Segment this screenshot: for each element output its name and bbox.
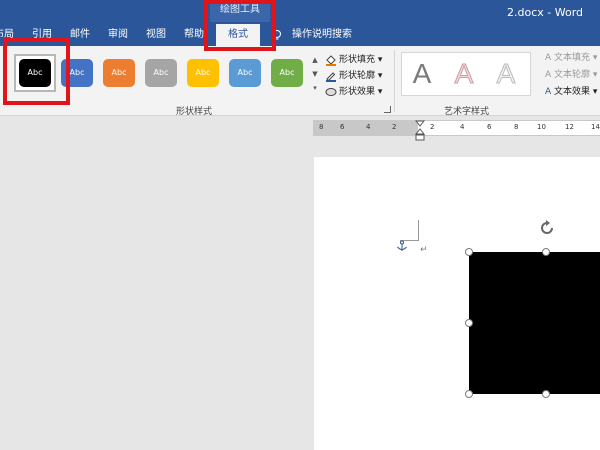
text-outline-button[interactable]: A 文本轮廓 ▾ (545, 67, 597, 83)
shape-effects-button[interactable]: 形状效果 ▾ (325, 84, 382, 100)
text-effects-icon: A (545, 87, 552, 97)
gallery-more-icon[interactable]: ▾ (311, 82, 319, 94)
ribbon-tabs: 布局 引用 邮件 审阅 视图 帮助 格式 操作说明搜索 (0, 24, 600, 46)
tab-review[interactable]: 审阅 (108, 24, 128, 46)
resize-handle-top-left[interactable] (465, 248, 473, 256)
shape-style-swatch[interactable]: Abc (271, 59, 303, 87)
shape-fill-button[interactable]: 形状填充 ▾ (325, 52, 382, 68)
paragraph-mark-icon: ↵ (420, 245, 428, 255)
ruler-tick-label: 14 (591, 123, 600, 131)
ruler-tick-label: 8 (319, 123, 324, 131)
ruler-tick-label: 6 (340, 123, 345, 131)
ruler-tick-label: 12 (565, 123, 574, 131)
group-divider (394, 50, 395, 112)
shape-effects-icon (325, 87, 337, 96)
anchor-icon[interactable] (396, 240, 408, 252)
margin-marker (418, 220, 419, 240)
tab-mailings[interactable]: 邮件 (70, 24, 90, 46)
tab-help[interactable]: 帮助 (184, 24, 204, 46)
shape-styles-launcher-icon[interactable] (384, 106, 391, 113)
rotate-handle-icon[interactable] (538, 219, 556, 237)
horizontal-ruler[interactable]: 8 6 4 2 2 4 6 8 10 12 14 (313, 120, 600, 136)
shape-style-swatch[interactable]: Abc (229, 59, 261, 87)
indent-marker-icon[interactable] (415, 120, 425, 142)
text-fill-icon: A (545, 53, 552, 63)
wordart-style-3[interactable]: A (488, 56, 524, 92)
text-fill-button[interactable]: A 文本填充 ▾ (545, 50, 597, 66)
resize-handle-bottom-left[interactable] (465, 390, 473, 398)
highlight-box-style (3, 38, 70, 105)
shape-outline-button[interactable]: 形状轮廓 ▾ (325, 68, 382, 84)
ruler-tick-label: 2 (430, 123, 435, 131)
shape-styles-group-label: 形状样式 (176, 107, 213, 117)
window-title: 2.docx - Word (507, 6, 584, 19)
text-effects-button[interactable]: A 文本效果 ▾ (545, 84, 597, 100)
wordart-styles-group-label: 艺术字样式 (444, 107, 490, 117)
text-outline-icon: A (545, 70, 552, 80)
ribbon: Abc Abc Abc Abc Abc Abc Abc ▲ ▼ ▾ 形状样式 形状填充 ▾ … (0, 46, 600, 117)
resize-handle-bottom[interactable] (542, 390, 550, 398)
resize-handle-left[interactable] (465, 319, 473, 327)
ruler-tick-label: 4 (366, 123, 371, 131)
ruler-tick-label: 8 (514, 123, 519, 131)
wordart-style-2[interactable]: A (446, 56, 482, 92)
shape-style-swatch[interactable]: Abc (187, 59, 219, 87)
ruler-tick-label: 6 (487, 123, 492, 131)
wordart-style-1[interactable]: A (404, 56, 440, 92)
gallery-up-icon[interactable]: ▲ (311, 54, 319, 66)
ruler-tick-label: 10 (537, 123, 546, 131)
paint-bucket-icon (326, 54, 336, 66)
tab-view[interactable]: 视图 (146, 24, 166, 46)
ruler-tick-label: 2 (392, 123, 397, 131)
tell-me-search[interactable]: 操作说明搜索 (292, 24, 352, 46)
black-rectangle-shape[interactable] (469, 252, 600, 394)
pen-icon (326, 71, 336, 82)
ruler-tick-label: 4 (460, 123, 465, 131)
shape-style-swatch[interactable]: Abc (145, 59, 177, 87)
gallery-down-icon[interactable]: ▼ (311, 68, 319, 80)
highlight-box-format-tab (204, 0, 276, 51)
resize-handle-top[interactable] (542, 248, 550, 256)
shape-style-swatch[interactable]: Abc (103, 59, 135, 87)
